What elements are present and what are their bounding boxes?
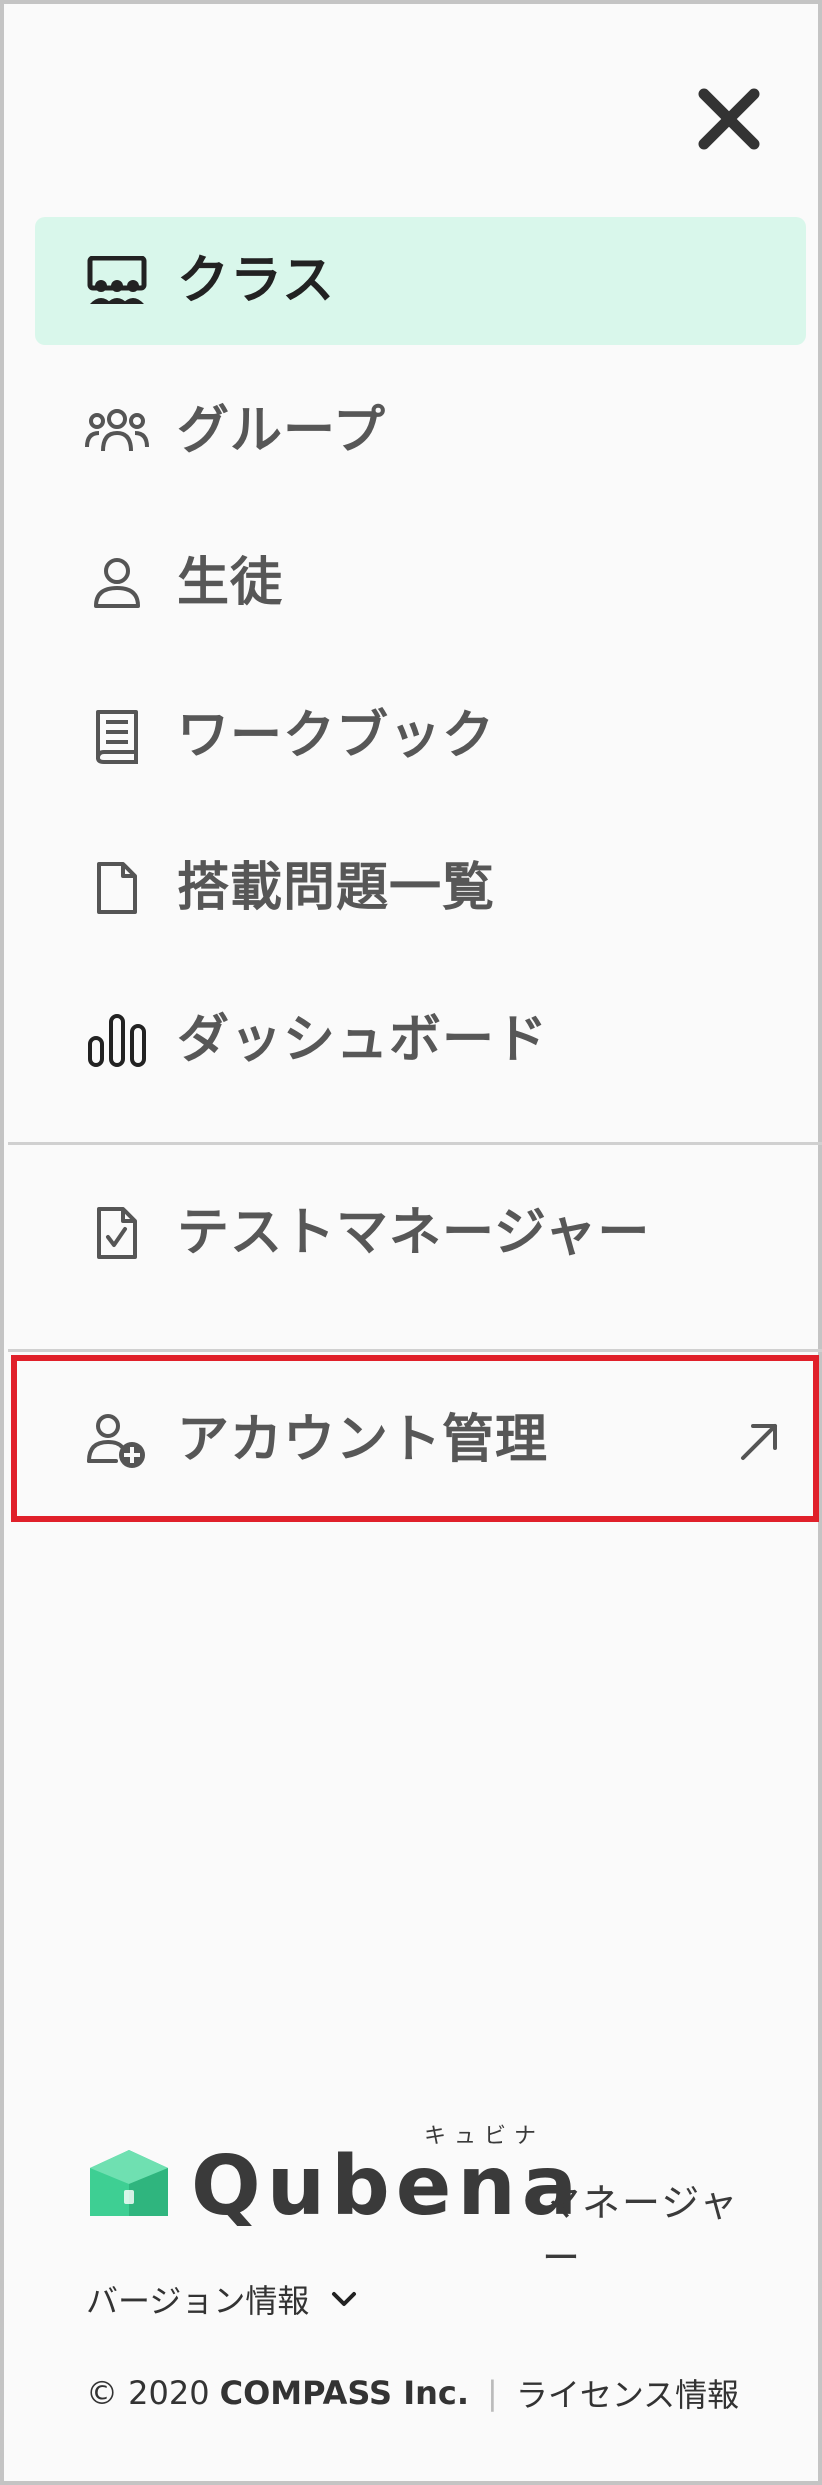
- footer-separator: |: [487, 2374, 498, 2412]
- nav-label-student: 生徒: [177, 553, 284, 613]
- nav-label-workbook: ワークブック: [177, 706, 496, 766]
- document-icon: [85, 860, 149, 916]
- nav-label-test-manager: テストマネージャー: [177, 1203, 651, 1263]
- footer: © 2020 COMPASS Inc. | ライセンス情報: [86, 2368, 739, 2418]
- divider: [8, 1349, 822, 1352]
- company-name: COMPASS Inc.: [219, 2374, 470, 2412]
- classroom-icon: [85, 253, 149, 309]
- person-icon: [85, 555, 149, 611]
- nav-item-class[interactable]: クラス: [35, 217, 806, 345]
- highlight-box: [11, 1355, 819, 1522]
- close-button[interactable]: [684, 74, 774, 164]
- book-icon: [85, 708, 149, 764]
- logo-suffix: マネージャー: [542, 2181, 740, 2280]
- license-info-link[interactable]: ライセンス情報: [516, 2370, 739, 2416]
- nav-label-dashboard: ダッシュボード: [177, 1010, 549, 1070]
- version-info-label: バージョン情報: [86, 2282, 310, 2320]
- nav-label-class: クラス: [177, 251, 335, 311]
- nav-label-problems: 搭載問題一覧: [177, 858, 496, 918]
- document-check-icon: [85, 1205, 149, 1261]
- nav-item-test-manager[interactable]: テストマネージャー: [35, 1169, 806, 1297]
- nav-item-student[interactable]: 生徒: [35, 519, 806, 647]
- bar-chart-icon: [85, 1012, 149, 1068]
- nav-item-problems[interactable]: 搭載問題一覧: [35, 824, 806, 952]
- qubena-manager-logo: キュビナ Qubena マネージャー: [84, 2124, 764, 2280]
- qubena-box-logo-icon: [90, 2150, 168, 2216]
- group-icon: [85, 403, 149, 459]
- nav-item-dashboard[interactable]: ダッシュボード: [35, 976, 806, 1104]
- nav-item-workbook[interactable]: ワークブック: [35, 672, 806, 800]
- nav-item-group[interactable]: グループ: [35, 367, 806, 495]
- close-icon: [698, 88, 760, 150]
- nav-label-group: グループ: [177, 401, 386, 461]
- side-menu-panel: クラス グループ 生徒 ワークブック 搭載問題一覧 ダッシュボード テストマネー…: [0, 0, 822, 2485]
- chevron-down-icon: [332, 2292, 357, 2306]
- copyright-text: © 2020: [86, 2374, 210, 2412]
- logo-brand: Qubena: [191, 2139, 584, 2234]
- version-info-toggle[interactable]: バージョン情報: [86, 2274, 359, 2324]
- divider: [8, 1142, 822, 1145]
